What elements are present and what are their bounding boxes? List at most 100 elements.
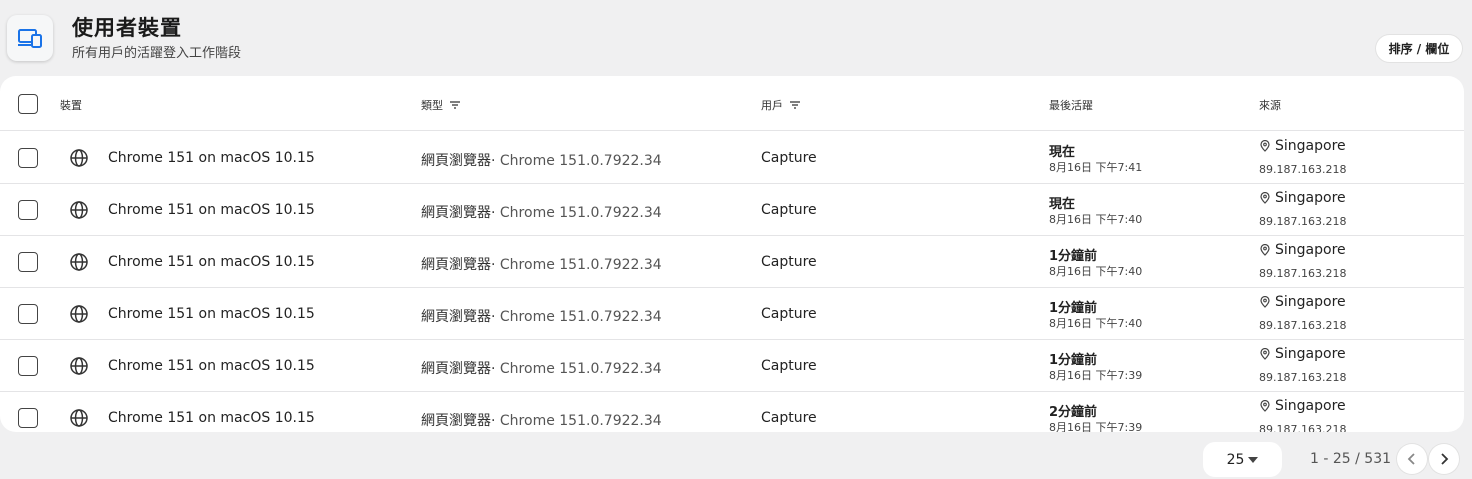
chevron-right-icon: [1441, 453, 1449, 465]
devices-icon: [7, 15, 53, 61]
globe-icon: [70, 305, 88, 323]
location-label: Singapore: [1275, 346, 1346, 362]
row-checkbox[interactable]: [18, 408, 38, 428]
location-label: Singapore: [1275, 242, 1346, 258]
last-active-relative: 1分鐘前: [1049, 249, 1098, 264]
globe-icon: [70, 253, 88, 271]
device-name: Chrome 151 on macOS 10.15: [108, 254, 315, 270]
type-detail: Chrome 151.0.7922.34: [495, 361, 662, 377]
location-pin-icon: [1260, 140, 1270, 152]
type-category: 網頁瀏覽器·: [421, 205, 496, 221]
chevron-left-icon: [1407, 453, 1415, 465]
location-label: Singapore: [1275, 190, 1346, 206]
page-size-value: 25: [1226, 451, 1245, 468]
sort-columns-button[interactable]: 排序 / 欄位: [1376, 35, 1462, 62]
devices-table: 裝置 類型 用戶 最後活躍 來源 Chrome 151 on macOS 10.…: [0, 76, 1464, 432]
source-ip: 89.187.163.218: [1259, 267, 1347, 280]
device-type: 網頁瀏覽器· Chrome 151.0.7922.34: [421, 202, 662, 222]
last-active-relative: 1分鐘前: [1049, 301, 1098, 316]
type-category: 網頁瀏覽器·: [421, 413, 496, 429]
table-row[interactable]: Chrome 151 on macOS 10.15 網頁瀏覽器· Chrome …: [0, 132, 1464, 184]
page-size-select[interactable]: 25: [1203, 442, 1282, 477]
row-checkbox[interactable]: [18, 200, 38, 220]
column-header-user[interactable]: 用戶: [761, 97, 801, 113]
user-name: Capture: [761, 202, 817, 218]
pagination-range: 1 - 25 / 531: [1310, 451, 1392, 467]
type-detail: Chrome 151.0.7922.34: [495, 205, 662, 221]
row-checkbox[interactable]: [18, 304, 38, 324]
location-label: Singapore: [1275, 138, 1346, 154]
table-row[interactable]: Chrome 151 on macOS 10.15 網頁瀏覽器· Chrome …: [0, 236, 1464, 288]
table-row[interactable]: Chrome 151 on macOS 10.15 網頁瀏覽器· Chrome …: [0, 340, 1464, 392]
column-header-source: 來源: [1259, 97, 1281, 113]
last-active-relative: 現在: [1049, 197, 1076, 212]
source-ip: 89.187.163.218: [1259, 215, 1347, 228]
user-name: Capture: [761, 254, 817, 270]
last-active-relative: 1分鐘前: [1049, 353, 1098, 368]
row-checkbox[interactable]: [18, 356, 38, 376]
location-label: Singapore: [1275, 398, 1346, 414]
table-row[interactable]: Chrome 151 on macOS 10.15 網頁瀏覽器· Chrome …: [0, 392, 1464, 432]
row-checkbox[interactable]: [18, 148, 38, 168]
column-header-last-active: 最後活躍: [1049, 97, 1093, 113]
device-name: Chrome 151 on macOS 10.15: [108, 150, 315, 166]
device-type: 網頁瀏覽器· Chrome 151.0.7922.34: [421, 358, 662, 378]
type-category: 網頁瀏覽器·: [421, 361, 496, 377]
last-active-time: 8月16日 下午7:39: [1049, 369, 1143, 382]
last-active-time: 8月16日 下午7:39: [1049, 421, 1143, 432]
page-title: 使用者裝置: [72, 16, 182, 40]
type-detail: Chrome 151.0.7922.34: [495, 309, 662, 325]
column-label-source: 來源: [1259, 99, 1281, 112]
device-type: 網頁瀏覽器· Chrome 151.0.7922.34: [421, 410, 662, 430]
last-active-time: 8月16日 下午7:40: [1049, 213, 1143, 226]
table-row[interactable]: Chrome 151 on macOS 10.15 網頁瀏覽器· Chrome …: [0, 288, 1464, 340]
type-detail: Chrome 151.0.7922.34: [495, 153, 662, 169]
device-type: 網頁瀏覽器· Chrome 151.0.7922.34: [421, 150, 662, 170]
select-all-checkbox[interactable]: [18, 94, 38, 114]
location-pin-icon: [1260, 348, 1270, 360]
device-name: Chrome 151 on macOS 10.15: [108, 202, 315, 218]
page-subtitle: 所有用戶的活躍登入工作階段: [72, 46, 242, 61]
caret-down-icon: [1248, 456, 1259, 463]
source-ip: 89.187.163.218: [1259, 371, 1347, 384]
prev-page-button[interactable]: [1397, 444, 1427, 474]
globe-icon: [70, 409, 88, 427]
source-location: Singapore: [1259, 346, 1346, 362]
device-name: Chrome 151 on macOS 10.15: [108, 358, 315, 374]
column-label-last-active: 最後活躍: [1049, 99, 1093, 112]
globe-icon: [70, 201, 88, 219]
source-location: Singapore: [1259, 138, 1346, 154]
user-name: Capture: [761, 358, 817, 374]
column-label-type: 類型: [421, 99, 443, 112]
column-label-user: 用戶: [761, 99, 783, 112]
page-header: 使用者裝置 所有用戶的活躍登入工作階段 排序 / 欄位: [0, 0, 1472, 76]
globe-icon: [70, 149, 88, 167]
next-page-button[interactable]: [1429, 444, 1459, 474]
user-name: Capture: [761, 306, 817, 322]
type-detail: Chrome 151.0.7922.34: [495, 413, 662, 429]
device-type: 網頁瀏覽器· Chrome 151.0.7922.34: [421, 254, 662, 274]
type-category: 網頁瀏覽器·: [421, 153, 496, 169]
source-location: Singapore: [1259, 294, 1346, 310]
user-name: Capture: [761, 150, 817, 166]
last-active-time: 8月16日 下午7:41: [1049, 161, 1143, 174]
column-header-device: 裝置: [60, 97, 82, 113]
source-location: Singapore: [1259, 242, 1346, 258]
row-checkbox[interactable]: [18, 252, 38, 272]
last-active-relative: 2分鐘前: [1049, 405, 1098, 420]
last-active-time: 8月16日 下午7:40: [1049, 317, 1143, 330]
filter-icon[interactable]: [449, 100, 461, 110]
source-ip: 89.187.163.218: [1259, 163, 1347, 176]
device-name: Chrome 151 on macOS 10.15: [108, 306, 315, 322]
filter-icon[interactable]: [789, 100, 801, 110]
location-pin-icon: [1260, 244, 1270, 256]
type-detail: Chrome 151.0.7922.34: [495, 257, 662, 273]
user-name: Capture: [761, 410, 817, 426]
device-name: Chrome 151 on macOS 10.15: [108, 410, 315, 426]
column-header-type[interactable]: 類型: [421, 97, 461, 113]
table-row[interactable]: Chrome 151 on macOS 10.15 網頁瀏覽器· Chrome …: [0, 184, 1464, 236]
device-type: 網頁瀏覽器· Chrome 151.0.7922.34: [421, 306, 662, 326]
type-category: 網頁瀏覽器·: [421, 309, 496, 325]
location-pin-icon: [1260, 400, 1270, 412]
type-category: 網頁瀏覽器·: [421, 257, 496, 273]
